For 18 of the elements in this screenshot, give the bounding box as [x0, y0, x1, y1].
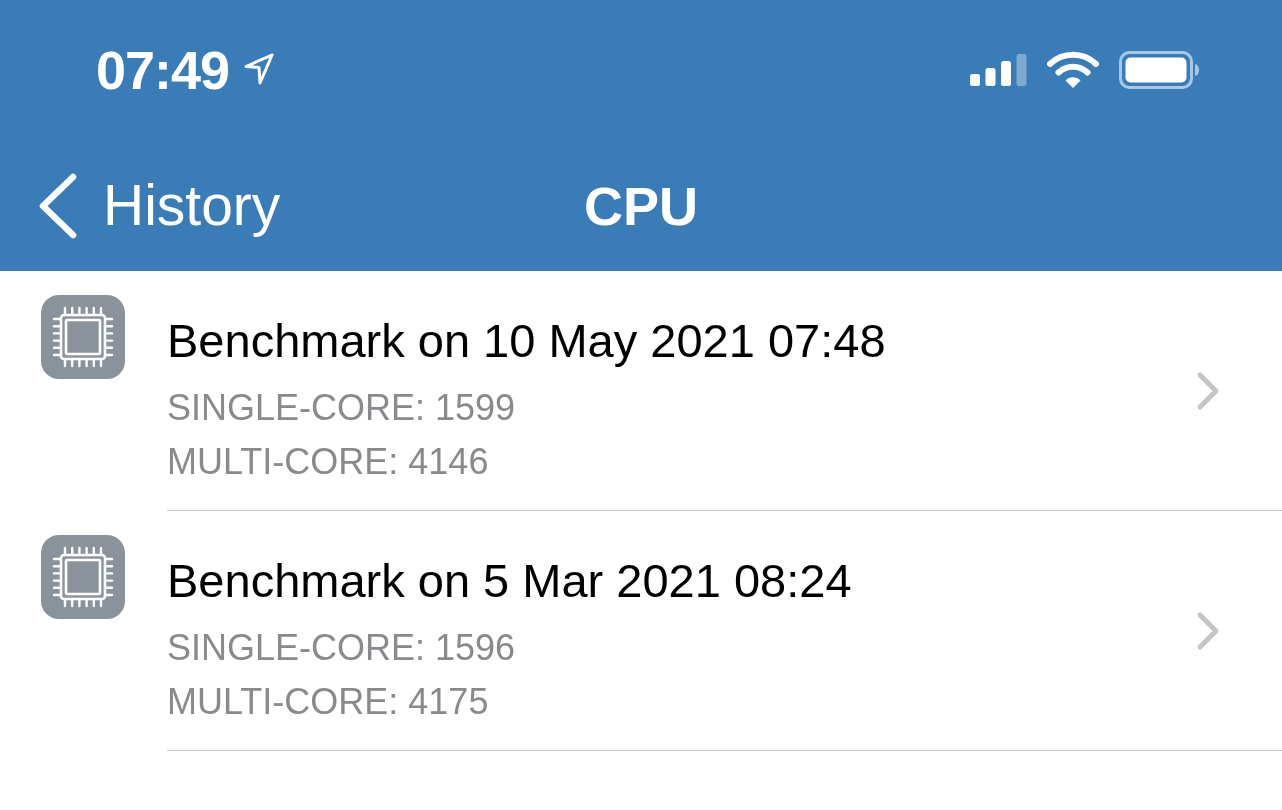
- status-time: 07:49: [96, 43, 230, 97]
- benchmark-title: Benchmark on 10 May 2021 07:48: [167, 313, 887, 369]
- chevron-left-icon: [38, 172, 78, 239]
- chevron-right-icon: [1196, 610, 1220, 651]
- single-core-score: SINGLE-CORE: 1599: [167, 386, 517, 430]
- signal-bars-icon: [970, 54, 1027, 86]
- multi-core-score: MULTI-CORE: 4146: [167, 440, 490, 484]
- battery-icon: [1119, 51, 1199, 89]
- back-button[interactable]: History: [0, 172, 281, 239]
- cpu-chip-icon: [41, 535, 125, 619]
- multi-core-score: MULTI-CORE: 4175: [167, 680, 490, 724]
- wifi-icon: [1047, 51, 1099, 89]
- chevron-right-icon: [1196, 370, 1220, 411]
- screen-title: CPU: [584, 178, 698, 233]
- benchmark-title: Benchmark on 5 Mar 2021 08:24: [167, 553, 853, 609]
- single-core-score: SINGLE-CORE: 1596: [167, 626, 517, 670]
- cpu-chip-icon: [41, 295, 125, 379]
- location-arrow-icon: [243, 51, 276, 87]
